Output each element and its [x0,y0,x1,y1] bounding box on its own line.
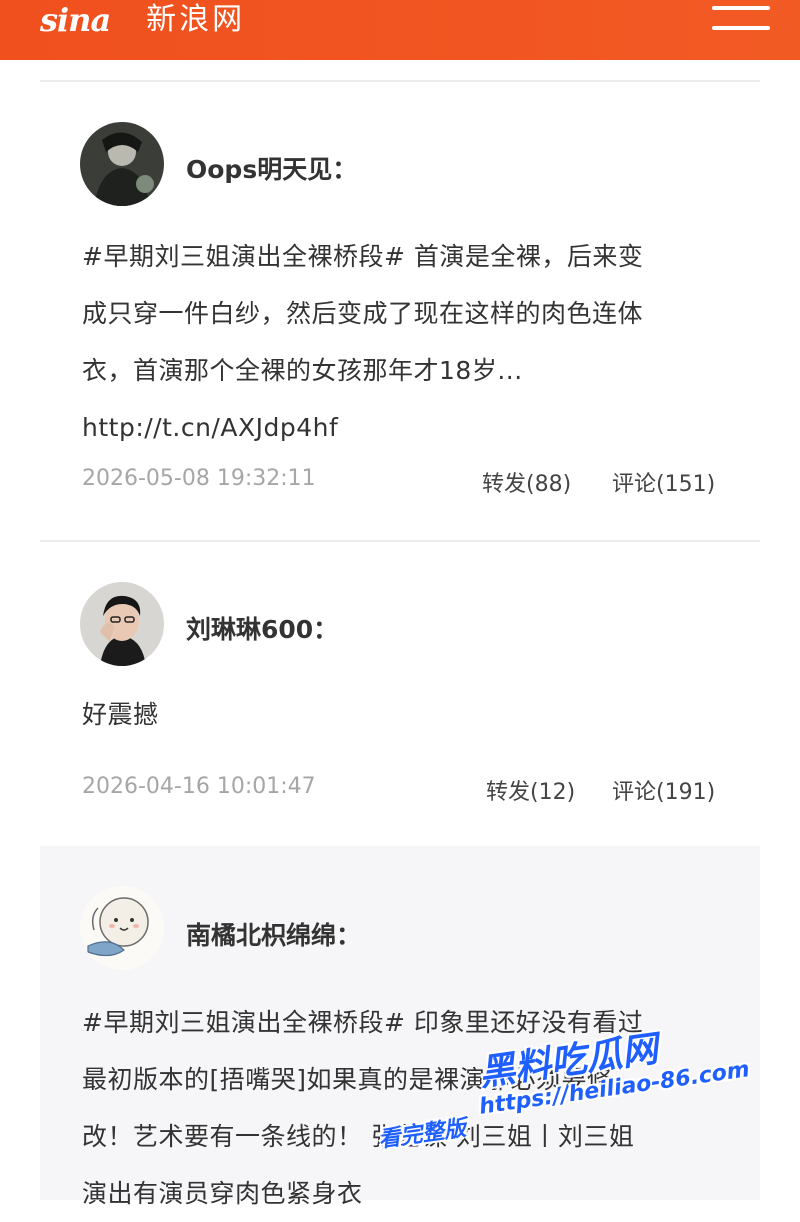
comment-timestamp: 2026-05-08 19:32:11 [82,466,316,491]
reply-button[interactable]: 评论(151) [612,466,715,498]
comment-text-line: 演出有演员穿肉色紧身衣 [82,1179,363,1208]
comment-text-line: #早期刘三姐演出全裸桥段# 印象里还好没有看过 [82,1008,644,1037]
repost-button[interactable]: 转发(12) [486,774,575,806]
sina-logo[interactable]: sina 新浪网 [40,2,245,38]
comment-text-line: 成只穿一件白纱，然后变成了现在这样的肉色连体 [82,299,644,328]
menu-bar-line [712,26,770,30]
comment-link[interactable]: http://t.cn/AXJdp4hf [82,399,722,456]
username[interactable]: Oops明天见： [186,150,357,186]
comment-item: 南橘北枳绵绵： #早期刘三姐演出全裸桥段# 印象里还好没有看过 最初版本的[捂嘴… [40,846,760,1208]
hamburger-menu-icon[interactable] [712,6,770,30]
comment-item: Oops明天见： #早期刘三姐演出全裸桥段# 首演是全裸，后来变 成只穿一件白纱… [40,82,760,540]
comment-text: #早期刘三姐演出全裸桥段# 首演是全裸，后来变 成只穿一件白纱，然后变成了现在这… [82,228,722,456]
comment-text-line: 好震撼 [82,700,159,729]
logo-text: 新浪网 [146,2,246,37]
logo-mark: sina [40,1,111,39]
username[interactable]: 刘琳琳600： [186,610,338,646]
comment-item: 刘琳琳600： 好震撼 2026-04-16 10:01:47 转发(12) 评… [40,542,760,844]
username[interactable]: 南橘北枳绵绵： [186,916,361,952]
comment-text-line: 最初版本的[捂嘴哭]如果真的是裸演那必须要修 [82,1065,613,1094]
top-navigation-bar: sina 新浪网 [0,0,800,60]
repost-button[interactable]: 转发(88) [482,466,571,498]
menu-bar-line [712,6,770,10]
cartoon-sheep-avatar[interactable] [80,886,164,970]
comment-text-line: 衣，首演那个全裸的女孩那年才18岁... [82,356,523,385]
comment-text-line: 改！艺术要有一条线的！ 张艺谋 刘三姐丨刘三姐 [82,1122,635,1151]
comment-text-line: #早期刘三姐演出全裸桥段# 首演是全裸，后来变 [82,242,644,271]
comment-text: 好震撼 [82,686,722,743]
man-portrait-avatar[interactable] [80,582,164,666]
reply-button[interactable]: 评论(191) [612,774,715,806]
dark-figure-avatar[interactable] [80,122,164,206]
comment-text: #早期刘三姐演出全裸桥段# 印象里还好没有看过 最初版本的[捂嘴哭]如果真的是裸… [82,994,732,1222]
comment-timestamp: 2026-04-16 10:01:47 [82,774,316,799]
